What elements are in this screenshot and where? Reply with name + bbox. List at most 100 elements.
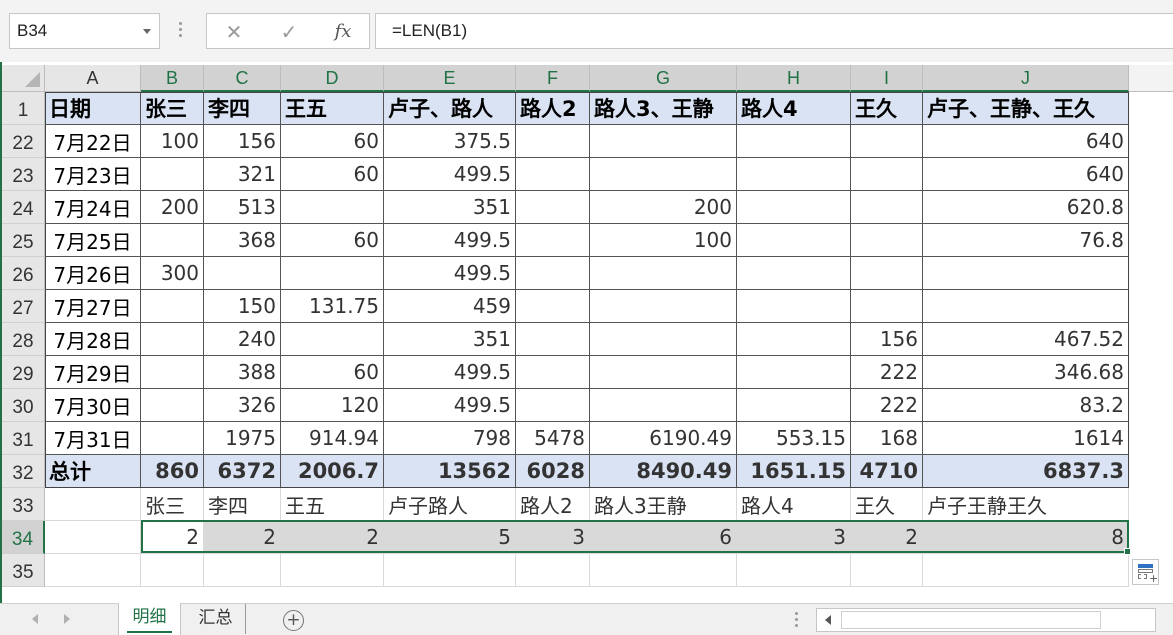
cell-j25[interactable]: 76.8 <box>923 224 1129 257</box>
cell-g29[interactable] <box>590 356 737 389</box>
cell-h25[interactable] <box>737 224 851 257</box>
cell-h26[interactable] <box>737 257 851 290</box>
cell-a22[interactable]: 7月22日 <box>45 125 141 158</box>
cell-e25[interactable]: 499.5 <box>384 224 516 257</box>
cell-b25[interactable] <box>141 224 204 257</box>
column-header-d[interactable]: D <box>281 65 384 92</box>
cell-g26[interactable] <box>590 257 737 290</box>
cell-j34[interactable]: 8 <box>923 521 1129 554</box>
cell-b32[interactable]: 860 <box>141 455 204 488</box>
cell-d1[interactable]: 王五 <box>281 92 384 125</box>
cell-f35[interactable] <box>516 554 590 587</box>
cell-d34[interactable]: 2 <box>281 521 384 554</box>
row-header-26[interactable]: 26 <box>2 257 45 290</box>
cell-h31[interactable]: 553.15 <box>737 422 851 455</box>
cell-f29[interactable] <box>516 356 590 389</box>
cell-i1[interactable]: 王久 <box>851 92 923 125</box>
cell-h22[interactable] <box>737 125 851 158</box>
cell-a1[interactable]: 日期 <box>45 92 141 125</box>
cell-d33[interactable]: 王五 <box>281 488 384 521</box>
cell-b34[interactable]: 2 <box>141 521 204 554</box>
cell-b33[interactable]: 张三 <box>141 488 204 521</box>
cell-i35[interactable] <box>851 554 923 587</box>
cell-c33[interactable]: 李四 <box>204 488 281 521</box>
cell-c22[interactable]: 156 <box>204 125 281 158</box>
cell-g32[interactable]: 8490.49 <box>590 455 737 488</box>
cell-d26[interactable] <box>281 257 384 290</box>
sheet-tab-summary[interactable]: 汇总 <box>186 604 246 634</box>
cell-h32[interactable]: 1651.15 <box>737 455 851 488</box>
quick-analysis-icon[interactable]: + <box>1132 559 1159 585</box>
cell-h33[interactable]: 路人4 <box>737 488 851 521</box>
cell-j22[interactable]: 640 <box>923 125 1129 158</box>
cell-h1[interactable]: 路人4 <box>737 92 851 125</box>
cell-c29[interactable]: 388 <box>204 356 281 389</box>
cell-h30[interactable] <box>737 389 851 422</box>
cell-j27[interactable] <box>923 290 1129 323</box>
cell-i27[interactable] <box>851 290 923 323</box>
cell-j26[interactable] <box>923 257 1129 290</box>
row-header-27[interactable]: 27 <box>2 290 45 323</box>
cell-g34[interactable]: 6 <box>590 521 737 554</box>
cell-c27[interactable]: 150 <box>204 290 281 323</box>
formula-input[interactable]: =LEN(B1) <box>375 13 1173 49</box>
row-header-25[interactable]: 25 <box>2 224 45 257</box>
cell-j35[interactable] <box>923 554 1129 587</box>
cell-b27[interactable] <box>141 290 204 323</box>
row-header-24[interactable]: 24 <box>2 191 45 224</box>
cell-i32[interactable]: 4710 <box>851 455 923 488</box>
cell-f23[interactable] <box>516 158 590 191</box>
cell-j33[interactable]: 卢子王静王久 <box>923 488 1129 521</box>
cell-i33[interactable]: 王久 <box>851 488 923 521</box>
cell-b29[interactable] <box>141 356 204 389</box>
column-header-h[interactable]: H <box>737 65 851 92</box>
cell-j28[interactable]: 467.52 <box>923 323 1129 356</box>
scrollbar-thumb[interactable] <box>841 611 1101 629</box>
row-header-30[interactable]: 30 <box>2 389 45 422</box>
cell-a29[interactable]: 7月29日 <box>45 356 141 389</box>
cell-g33[interactable]: 路人3王静 <box>590 488 737 521</box>
cell-a28[interactable]: 7月28日 <box>45 323 141 356</box>
row-header-32[interactable]: 32 <box>2 455 45 488</box>
horizontal-scrollbar[interactable] <box>816 608 1156 632</box>
cell-b26[interactable]: 300 <box>141 257 204 290</box>
column-header-g[interactable]: G <box>590 65 737 92</box>
cell-a24[interactable]: 7月24日 <box>45 191 141 224</box>
cell-e34[interactable]: 5 <box>384 521 516 554</box>
sheet-tab-detail[interactable]: 明细 <box>118 603 181 635</box>
cell-c31[interactable]: 1975 <box>204 422 281 455</box>
cell-f22[interactable] <box>516 125 590 158</box>
column-header-a[interactable]: A <box>45 65 141 92</box>
cell-a32[interactable]: 总计 <box>45 455 141 488</box>
cell-e30[interactable]: 499.5 <box>384 389 516 422</box>
formula-bar-grip[interactable] <box>179 22 183 42</box>
row-header-35[interactable]: 35 <box>2 554 45 587</box>
cell-f1[interactable]: 路人2 <box>516 92 590 125</box>
cell-f25[interactable] <box>516 224 590 257</box>
select-all-corner[interactable] <box>2 65 45 92</box>
cell-d27[interactable]: 131.75 <box>281 290 384 323</box>
cell-e22[interactable]: 375.5 <box>384 125 516 158</box>
cell-j1[interactable]: 卢子、王静、王久 <box>923 92 1129 125</box>
cell-d23[interactable]: 60 <box>281 158 384 191</box>
cell-d30[interactable]: 120 <box>281 389 384 422</box>
cell-c1[interactable]: 李四 <box>204 92 281 125</box>
cell-c34[interactable]: 2 <box>204 521 281 554</box>
column-header-c[interactable]: C <box>204 65 281 92</box>
cell-e23[interactable]: 499.5 <box>384 158 516 191</box>
cell-c35[interactable] <box>204 554 281 587</box>
row-header-23[interactable]: 23 <box>2 158 45 191</box>
cell-a34[interactable] <box>45 521 141 554</box>
cell-b1[interactable]: 张三 <box>141 92 204 125</box>
cell-h23[interactable] <box>737 158 851 191</box>
cell-e27[interactable]: 459 <box>384 290 516 323</box>
cell-i26[interactable] <box>851 257 923 290</box>
cell-c23[interactable]: 321 <box>204 158 281 191</box>
cell-j32[interactable]: 6837.3 <box>923 455 1129 488</box>
cell-f27[interactable] <box>516 290 590 323</box>
cell-i24[interactable] <box>851 191 923 224</box>
cell-g27[interactable] <box>590 290 737 323</box>
column-header-f[interactable]: F <box>516 65 590 92</box>
scroll-tabs-right-icon[interactable] <box>64 614 70 624</box>
cell-f26[interactable] <box>516 257 590 290</box>
